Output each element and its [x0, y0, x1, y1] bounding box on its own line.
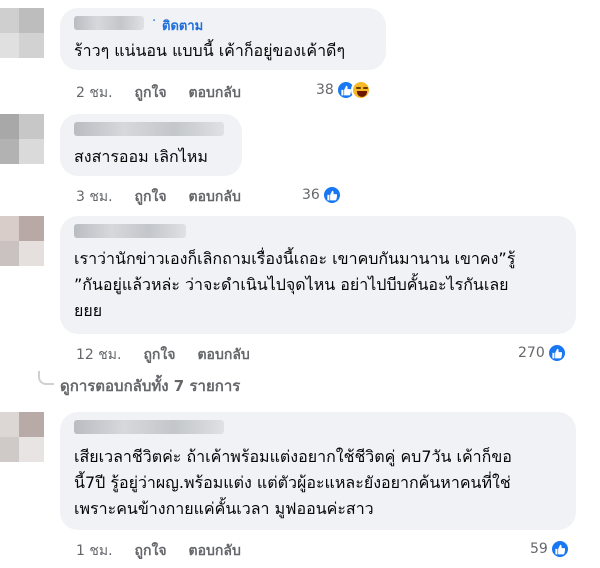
reply-thread-line — [38, 371, 54, 385]
comment-text: ร้าวๆ แน่นอน แบบนี้ เค้าก็อยู่ของเค้าดีๆ — [74, 41, 346, 60]
like-button[interactable]: ถูกใจ — [135, 82, 167, 104]
reaction-count: 36 — [302, 187, 320, 203]
like-icon — [549, 539, 570, 559]
comment-timestamp[interactable]: 1 ชม. — [76, 540, 113, 562]
comment-timestamp[interactable]: 3 ชม. — [76, 186, 113, 208]
like-button[interactable]: ถูกใจ — [135, 540, 167, 562]
comment-timestamp[interactable]: 12 ชม. — [76, 344, 121, 366]
like-button[interactable]: ถูกใจ — [143, 344, 175, 366]
avatar[interactable] — [0, 114, 44, 164]
avatar[interactable] — [0, 216, 44, 266]
reaction-summary[interactable]: 59 — [530, 539, 570, 559]
comment-actions: 2 ชม. ถูกใจ ตอบกลับ — [76, 82, 241, 104]
comment-actions: 1 ชม. ถูกใจ ตอบกลับ — [76, 540, 241, 562]
reaction-count: 270 — [518, 345, 545, 361]
comment-bubble: · ติดตาม ร้าวๆ แน่นอน แบบนี้ เค้าก็อยู่ข… — [60, 8, 386, 70]
like-icon — [321, 185, 342, 205]
reaction-summary[interactable]: 36 — [302, 185, 342, 205]
author-name-blurred[interactable] — [74, 224, 186, 238]
avatar[interactable] — [0, 8, 44, 58]
reaction-summary[interactable]: 38 — [316, 80, 371, 100]
comment-timestamp[interactable]: 2 ชม. — [76, 82, 113, 104]
reaction-count: 38 — [316, 82, 334, 98]
author-name-blurred[interactable] — [74, 420, 224, 434]
like-button[interactable]: ถูกใจ — [135, 186, 167, 208]
comment-actions: 12 ชม. ถูกใจ ตอบกลับ — [76, 344, 250, 366]
comment-text: สงสารออม เลิกไหม — [74, 147, 208, 166]
comment-text: เสียเวลาชีวิตค่ะ ถ้าเค้าพร้อมแต่งอยากใช้… — [74, 447, 512, 518]
reply-button[interactable]: ตอบกลับ — [189, 82, 241, 104]
author-name-blurred[interactable] — [74, 16, 144, 30]
comment-bubble: เราว่านักข่าวเองก็เลิกถามเรื่องนี้เถอะ เ… — [60, 216, 576, 334]
comment-text: เราว่านักข่าวเองก็เลิกถามเรื่องนี้เถอะ เ… — [74, 249, 516, 320]
like-icon — [546, 343, 567, 363]
reaction-summary[interactable]: 270 — [518, 343, 567, 363]
reply-button[interactable]: ตอบกลับ — [197, 344, 249, 366]
avatar[interactable] — [0, 412, 44, 462]
view-replies-link[interactable]: ดูการตอบกลับทั้ง 7 รายการ — [60, 374, 240, 398]
reaction-count: 59 — [530, 541, 548, 557]
follow-button[interactable]: ติดตาม — [162, 15, 203, 36]
comment-bubble: สงสารออม เลิกไหม — [60, 114, 242, 176]
reply-button[interactable]: ตอบกลับ — [189, 186, 241, 208]
haha-icon — [350, 80, 371, 100]
comment-bubble: เสียเวลาชีวิตค่ะ ถ้าเค้าพร้อมแต่งอยากใช้… — [60, 412, 576, 530]
author-name-blurred[interactable] — [74, 122, 224, 136]
comment-actions: 3 ชม. ถูกใจ ตอบกลับ — [76, 186, 241, 208]
reply-button[interactable]: ตอบกลับ — [189, 540, 241, 562]
